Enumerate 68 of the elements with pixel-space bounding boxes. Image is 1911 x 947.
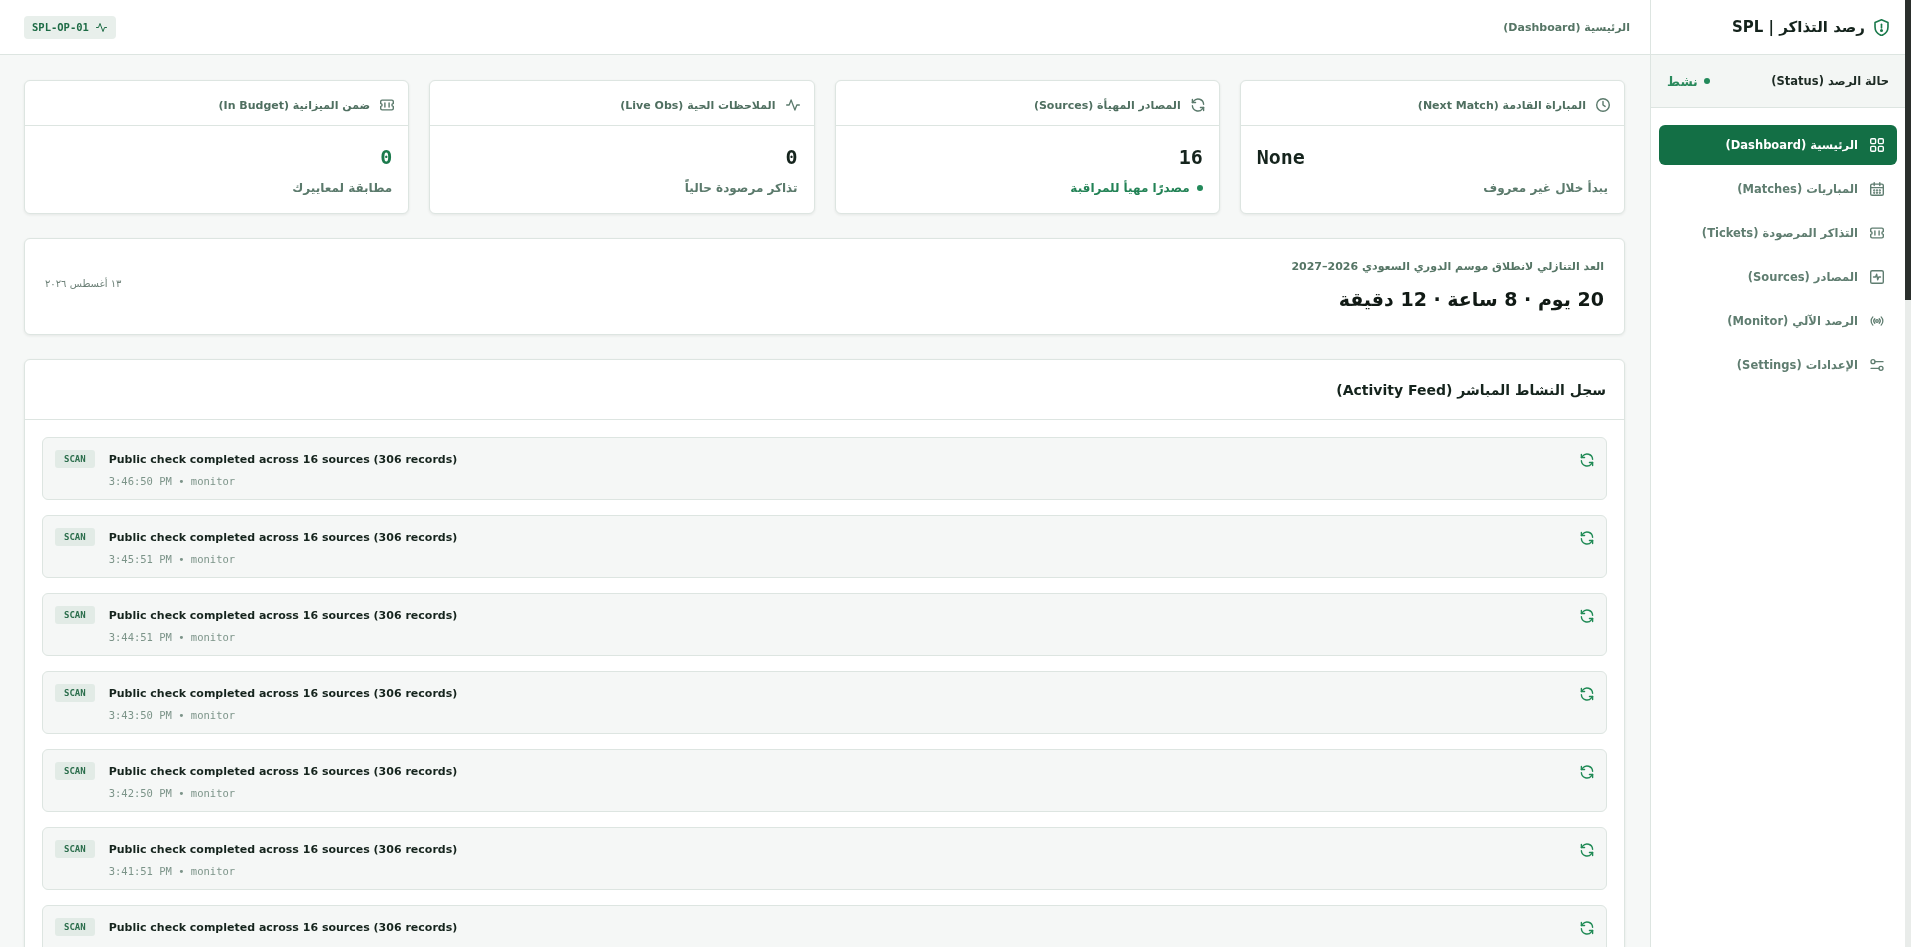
- activity-message: Public check completed across 16 sources (306 records): [108, 530, 458, 546]
- stat-value: 0: [784, 144, 798, 170]
- event-tag: SCAN: [55, 450, 95, 468]
- breadcrumb: الرئيسية (Dashboard): [1503, 20, 1630, 34]
- countdown-value: 20 يوم · 8 ساعة · 12 دقيقة: [1337, 287, 1604, 311]
- activity-message: Public check completed across 16 sources (306 records): [108, 608, 458, 624]
- status-dot-icon: [1196, 185, 1203, 191]
- stat-value: None: [1256, 144, 1306, 170]
- event-tag: SCAN: [55, 606, 95, 624]
- nav-item[interactable]: المصادر (Sources): [1659, 257, 1897, 297]
- refresh-icon: [1580, 765, 1594, 779]
- activity-meta: 3:46:50 PM • monitor: [108, 474, 236, 489]
- activity-message: Public check completed across 16 sources (306 records): [108, 452, 458, 468]
- broadcast-icon: [1870, 314, 1884, 328]
- refresh-icon: [1580, 453, 1594, 467]
- grid-icon: [1870, 138, 1884, 152]
- shield-alert-icon: [1874, 18, 1889, 36]
- activity-meta: 3:45:51 PM • monitor: [108, 552, 236, 567]
- event-tag: SCAN: [55, 528, 95, 546]
- pulse-square-icon: [1870, 270, 1884, 284]
- pulse-icon: [95, 22, 107, 32]
- stat-note: مطابقة لمعاييرك: [292, 181, 393, 195]
- stat-note: تذاكر مرصودة حالياً: [684, 181, 798, 195]
- nav-item[interactable]: الرصد الآلي (Monitor): [1659, 301, 1897, 341]
- activity-message: Public check completed across 16 sources (306 records): [108, 920, 458, 936]
- activity-message: Public check completed across 16 sources (306 records): [108, 842, 458, 858]
- scrollbar-thumb[interactable]: [1905, 0, 1911, 300]
- sliders-icon: [1870, 358, 1884, 372]
- event-tag: SCAN: [55, 918, 95, 936]
- nav-item[interactable]: التذاكر المرصودة (Tickets): [1659, 213, 1897, 253]
- nav-item[interactable]: المباريات (Matches): [1659, 169, 1897, 209]
- card-title: الملاحظات الحية (Live Obs): [620, 98, 776, 112]
- card-title: المصادر المهيأة (Sources): [1033, 98, 1181, 112]
- event-tag: SCAN: [55, 762, 95, 780]
- activity-message: Public check completed across 16 sources (306 records): [108, 764, 458, 780]
- stat-value: 16: [1177, 144, 1203, 170]
- calendar-icon: [1870, 182, 1884, 196]
- stat-note: يبدأ خلال غير معروف: [1483, 181, 1608, 195]
- card-title: ضمن الميزانية (In Budget): [218, 98, 371, 112]
- status-label: حالة الرصد (Status): [1771, 74, 1889, 88]
- stat-note: مصدرًا مهيأ للمراقبة: [1070, 181, 1190, 195]
- nav-item[interactable]: الإعدادات (Settings): [1659, 345, 1897, 385]
- activity-meta: 3:41:51 PM • monitor: [108, 864, 236, 879]
- ticket-icon: [1870, 226, 1884, 240]
- countdown-title: العد التنازلي لانطلاق موسم الدوري السعودي 2026–2027: [1291, 260, 1604, 274]
- card-title: المباراة القادمة (Next Match): [1417, 98, 1586, 112]
- event-tag: SCAN: [55, 840, 95, 858]
- activity-meta: 3:44:51 PM • monitor: [108, 630, 236, 645]
- nav-item[interactable]: الرئيسية (Dashboard): [1659, 125, 1897, 165]
- refresh-icon: [1580, 843, 1594, 857]
- activity-title: سجل النشاط المباشر (Activity Feed): [1336, 381, 1606, 398]
- status-value: نشط: [1667, 73, 1698, 89]
- clock-icon: [1596, 98, 1610, 112]
- refresh-icon: [1580, 921, 1594, 935]
- activity-message: Public check completed across 16 sources (306 records): [108, 686, 458, 702]
- refresh-icon: [1190, 98, 1205, 112]
- app-title: رصد التذاكر | SPL: [1731, 18, 1865, 36]
- refresh-icon: [1580, 531, 1594, 545]
- event-tag: SCAN: [55, 684, 95, 702]
- station-code: SPL-OP-01: [32, 21, 89, 33]
- pulse-icon: [785, 98, 800, 112]
- ticket-icon: [380, 98, 395, 112]
- refresh-icon: [1580, 687, 1594, 701]
- stat-value: 0: [379, 144, 393, 170]
- activity-meta: 3:43:50 PM • monitor: [108, 708, 236, 723]
- refresh-icon: [1580, 609, 1594, 623]
- activity-meta: 3:42:50 PM • monitor: [108, 786, 236, 801]
- countdown-date: ١٣ أغسطس ٢٠٢٦: [45, 278, 122, 289]
